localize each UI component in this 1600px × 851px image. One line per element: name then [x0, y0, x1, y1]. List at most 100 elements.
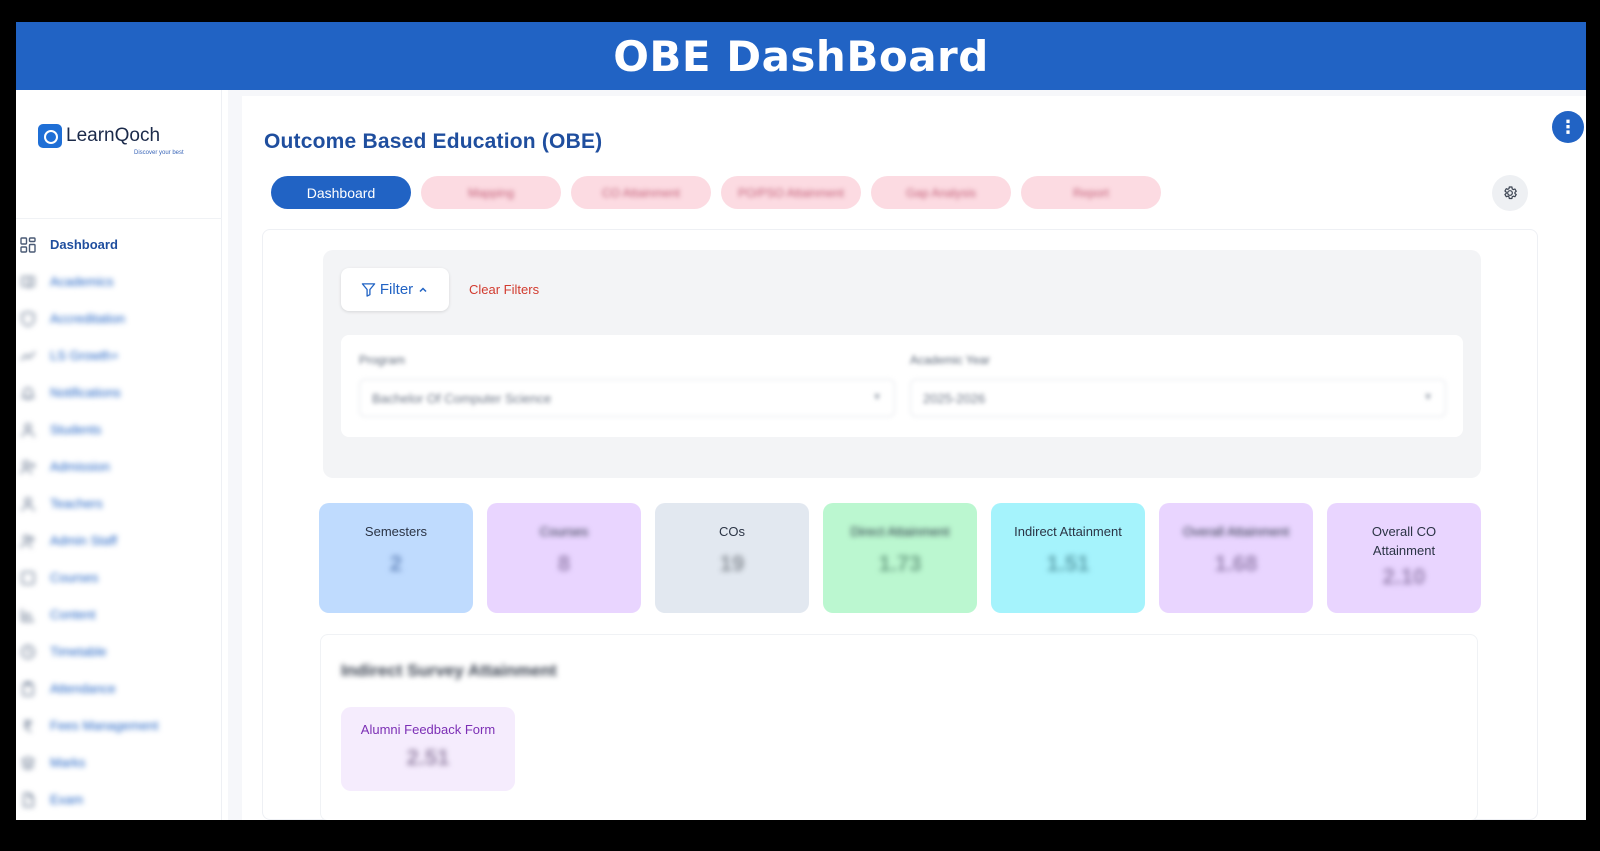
stat-card-overall-co-attainment[interactable]: Overall CO Attainment 2.10	[1327, 503, 1481, 613]
sidebar-item-marks[interactable]: Marks	[18, 744, 218, 781]
user-icon	[20, 496, 36, 512]
tab-report[interactable]: Report	[1021, 176, 1161, 209]
app-frame: OBE DashBoard LearnQoch Discover your be…	[16, 22, 1586, 820]
more-options-button[interactable]: ⋮	[1552, 111, 1584, 143]
user-plus-icon	[20, 459, 36, 475]
sidebar-item-content[interactable]: Content	[18, 596, 218, 633]
shield-icon	[20, 310, 36, 327]
sidebar-item-dashboard[interactable]: Dashboard	[18, 226, 218, 263]
grid-icon	[20, 236, 36, 253]
stat-label: Indirect Attainment	[1014, 524, 1122, 539]
stat-label: Overall CO Attainment	[1371, 524, 1437, 558]
sidebar-item-accreditation[interactable]: Accreditation	[18, 300, 218, 337]
sidebar-item-label: Exam	[50, 792, 84, 807]
sidebar: LearnQoch Discover your best Dashboard A…	[16, 90, 222, 820]
rupee-icon	[20, 718, 36, 734]
program-value: Bachelor Of Computer Science	[372, 390, 552, 406]
sidebar-item-admission[interactable]: Admission	[18, 448, 218, 485]
brand-tagline: Discover your best	[134, 150, 184, 156]
sidebar-item-label: Courses	[50, 570, 99, 585]
content-panel: Outcome Based Education (OBE) ⋮ Dashboar…	[242, 96, 1586, 820]
layers-icon	[20, 755, 36, 771]
kebab-icon: ⋮	[1559, 116, 1577, 137]
tab-gap-analysis[interactable]: Gap Analysis	[871, 176, 1011, 209]
settings-button[interactable]	[1492, 175, 1528, 211]
stat-value: 8	[557, 551, 571, 576]
stat-label: Direct Attainment	[850, 524, 950, 539]
sidebar-item-exam[interactable]: Exam	[18, 781, 218, 818]
stat-value: 19	[719, 551, 745, 576]
stat-card-cos[interactable]: COs 19	[655, 503, 809, 613]
sidebar-item-fees-management[interactable]: Fees Management	[18, 707, 218, 744]
filter-button-label: Filter	[379, 281, 414, 298]
user-icon	[20, 422, 36, 438]
brand-name: LearnQoch	[66, 125, 161, 146]
dashboard-card: Filter Clear Filters Program Bachelor Of…	[262, 229, 1538, 820]
sidebar-item-timetable[interactable]: Timetable	[18, 633, 218, 670]
program-select[interactable]: Bachelor Of Computer Science ▼	[359, 379, 895, 417]
tab-dashboard[interactable]: Dashboard	[271, 176, 411, 209]
stat-cards: Semesters 2 Courses 8 COs 19 Direct Atta…	[319, 503, 1481, 613]
tab-label: Mapping	[467, 185, 515, 200]
clipboard-icon	[20, 681, 36, 697]
sidebar-item-label: Accreditation	[50, 311, 126, 326]
sidebar-item-label: Marks	[50, 755, 86, 770]
indirect-survey-card: Indirect Survey Attainment Alumni Feedba…	[320, 634, 1478, 820]
filter-toggle-button[interactable]: Filter	[341, 268, 449, 311]
sidebar-item-label: Content	[50, 607, 96, 622]
sidebar-item-label: Dashboard	[50, 237, 118, 252]
main-area: Outcome Based Education (OBE) ⋮ Dashboar…	[228, 90, 1586, 820]
survey-item-alumni-feedback[interactable]: Alumni Feedback Form 2.51	[341, 707, 515, 791]
filter-panel: Filter Clear Filters Program Bachelor Of…	[323, 250, 1481, 478]
tab-co-attainment[interactable]: CO Attainment	[571, 176, 711, 209]
sidebar-item-label: Teachers	[50, 496, 103, 511]
book-icon	[20, 274, 36, 290]
tab-label: Report	[1072, 185, 1110, 200]
sidebar-item-attendance[interactable]: Attendance	[18, 670, 218, 707]
chevron-down-icon: ▼	[872, 392, 882, 403]
tab-label: Gap Analysis	[905, 185, 977, 200]
tab-po-pso-attainment[interactable]: PO/PSO Attainment	[721, 176, 861, 209]
sidebar-item-academics[interactable]: Academics	[18, 263, 218, 300]
tab-label: CO Attainment	[601, 185, 681, 200]
users-icon	[20, 533, 36, 549]
sidebar-item-teachers[interactable]: Teachers	[18, 485, 218, 522]
stat-value: 2	[389, 551, 403, 576]
stat-label: Semesters	[364, 524, 428, 539]
brand-logo[interactable]: LearnQoch Discover your best	[38, 124, 184, 156]
stat-card-indirect-attainment[interactable]: Indirect Attainment 1.51	[991, 503, 1145, 613]
stat-card-courses[interactable]: Courses 8	[487, 503, 641, 613]
chevron-down-icon: ▼	[1423, 392, 1433, 403]
filter-fields: Program Bachelor Of Computer Science ▼ A…	[341, 335, 1463, 437]
stat-card-semesters[interactable]: Semesters 2	[319, 503, 473, 613]
tab-bar: Dashboard Mapping CO Attainment PO/PSO A…	[271, 176, 1161, 209]
clock-icon	[20, 644, 36, 660]
tab-mapping[interactable]: Mapping	[421, 176, 561, 209]
sidebar-item-ls-growth[interactable]: LS Growth+	[18, 337, 218, 374]
clear-filters-link[interactable]: Clear Filters	[469, 282, 539, 297]
chevron-up-icon	[419, 286, 427, 292]
sidebar-item-label: Timetable	[50, 644, 107, 659]
file-icon	[20, 792, 36, 808]
tab-label: PO/PSO Attainment	[737, 185, 845, 200]
sidebar-item-notifications[interactable]: Notifications	[18, 374, 218, 411]
sidebar-item-label: Attendance	[50, 681, 116, 696]
tab-label: Dashboard	[306, 184, 376, 201]
stat-value: 1.73	[878, 551, 922, 576]
stat-card-overall-attainment[interactable]: Overall Attainment 1.68	[1159, 503, 1313, 613]
program-label: Program	[359, 353, 406, 367]
sidebar-item-students[interactable]: Students	[18, 411, 218, 448]
sidebar-item-label: Students	[50, 422, 102, 437]
survey-item-value: 2.51	[406, 745, 450, 770]
stat-card-direct-attainment[interactable]: Direct Attainment 1.73	[823, 503, 977, 613]
academic-year-select[interactable]: 2025-2026 ▼	[910, 379, 1446, 417]
book-icon	[20, 570, 36, 586]
sidebar-item-label: Notifications	[50, 385, 121, 400]
stat-label: Overall Attainment	[1182, 524, 1290, 539]
stat-label: COs	[719, 524, 745, 539]
stat-value: 1.68	[1214, 551, 1258, 576]
sidebar-item-courses[interactable]: Courses	[18, 559, 218, 596]
stat-value: 2.10	[1382, 564, 1426, 589]
sidebar-item-admin-staff[interactable]: Admin Staff	[18, 522, 218, 559]
logo-icon	[38, 124, 62, 148]
